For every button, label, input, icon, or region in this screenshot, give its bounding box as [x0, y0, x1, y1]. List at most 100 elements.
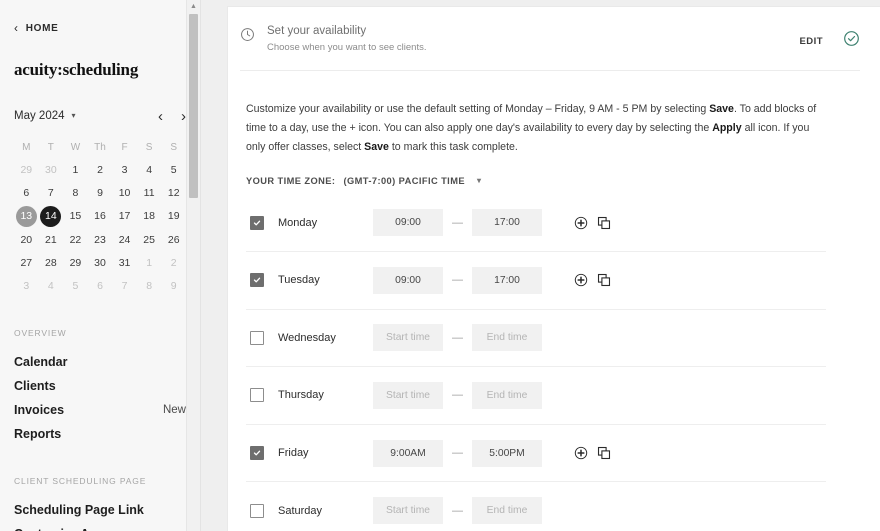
- calendar-day-cell[interactable]: 4: [137, 158, 162, 181]
- start-time-input[interactable]: 09:00: [373, 266, 443, 294]
- calendar-day-cell[interactable]: 28: [39, 251, 64, 274]
- end-time-input[interactable]: 5:00PM: [472, 439, 542, 467]
- calendar-day-number: 27: [20, 256, 33, 269]
- end-time-input[interactable]: End time: [472, 324, 542, 352]
- calendar-day-cell[interactable]: 18: [137, 205, 162, 228]
- plus-circle-icon[interactable]: [574, 216, 588, 230]
- calendar-day-cell[interactable]: 3: [14, 274, 39, 297]
- calendar-day-cell[interactable]: 2: [88, 158, 113, 181]
- calendar-day-cell[interactable]: 3: [112, 158, 137, 181]
- edit-button[interactable]: EDIT: [799, 36, 823, 47]
- calendar-day-number: 28: [45, 256, 57, 269]
- calendar-day-cell[interactable]: 15: [63, 205, 88, 228]
- sidebar-item-scheduling-page-link[interactable]: Scheduling Page Link: [14, 498, 186, 522]
- calendar-day-cell[interactable]: 31: [112, 251, 137, 274]
- calendar-day-cell[interactable]: 8: [137, 274, 162, 297]
- copy-icon[interactable]: [597, 273, 611, 287]
- sidebar-item-reports[interactable]: Reports: [14, 422, 186, 446]
- calendar-day-number: 8: [146, 280, 153, 293]
- calendar-day-cell[interactable]: 20: [14, 228, 39, 251]
- calendar-day-number: 30: [94, 256, 106, 269]
- calendar-day-cell[interactable]: 11: [137, 181, 162, 204]
- calendar-day-cell[interactable]: 17: [112, 205, 137, 228]
- calendar-day-number: 24: [118, 233, 131, 246]
- calendar-day-cell[interactable]: 21: [39, 228, 64, 251]
- day-checkbox-monday[interactable]: [250, 215, 264, 230]
- calendar-day-cell[interactable]: 1: [137, 251, 162, 274]
- sidebar-item-invoices[interactable]: Invoices New: [14, 398, 186, 422]
- calendar-day-cell[interactable]: 16: [88, 205, 113, 228]
- start-time-input[interactable]: 09:00: [373, 209, 443, 237]
- calendar-day-number: 5: [170, 163, 177, 176]
- sidebar-section-title: CLIENT SCHEDULING PAGE: [14, 475, 147, 486]
- calendar-day-cell[interactable]: 8: [63, 181, 88, 204]
- scrollbar-thumb[interactable]: [189, 14, 198, 198]
- calendar-prev-button[interactable]: ‹: [158, 109, 163, 124]
- calendar-day-number: 19: [167, 210, 180, 223]
- calendar-day-cell[interactable]: 26: [161, 228, 186, 251]
- day-checkbox-tuesday[interactable]: [250, 273, 264, 288]
- plus-circle-icon[interactable]: [574, 273, 588, 287]
- day-checkbox-friday[interactable]: [250, 446, 264, 460]
- calendar-day-cell[interactable]: 25: [137, 228, 162, 251]
- calendar-day-number: 1: [146, 256, 153, 269]
- start-time-input[interactable]: 9:00AM: [373, 439, 443, 467]
- chevron-down-icon[interactable]: ▾: [72, 112, 76, 120]
- day-label: Monday: [278, 216, 318, 229]
- end-time-input[interactable]: End time: [472, 497, 542, 525]
- calendar-day-cell[interactable]: 9: [88, 181, 113, 204]
- sidebar-item-calendar[interactable]: Calendar: [14, 350, 186, 374]
- calendar-day-cell[interactable]: 6: [88, 274, 113, 297]
- calendar-day-cell[interactable]: 2: [161, 251, 186, 274]
- calendar-day-cell[interactable]: 7: [39, 181, 64, 204]
- sidebar-item-customize-appearance[interactable]: Customize Appearance: [14, 522, 186, 531]
- start-time-input[interactable]: Start time: [373, 381, 443, 409]
- end-time-input[interactable]: 17:00: [472, 266, 542, 294]
- calendar-day-cell[interactable]: 5: [161, 158, 186, 181]
- start-time-input[interactable]: Start time: [373, 497, 443, 525]
- day-checkbox-wednesday[interactable]: [250, 330, 264, 345]
- calendar-day-cell[interactable]: 30: [39, 158, 64, 181]
- sidebar-item-clients[interactable]: Clients: [14, 374, 186, 398]
- calendar-day-cell[interactable]: 10: [112, 181, 137, 204]
- calendar-day-cell[interactable]: 29: [63, 251, 88, 274]
- sidebar-scrollbar[interactable]: ▲: [186, 0, 200, 531]
- intro-save-bold-2: Save: [364, 141, 389, 154]
- chevron-down-icon[interactable]: ▾: [477, 177, 481, 185]
- copy-icon[interactable]: [597, 216, 611, 230]
- calendar-day-cell[interactable]: 29: [14, 158, 39, 181]
- calendar-day-cell[interactable]: 24: [112, 228, 137, 251]
- calendar-month-label[interactable]: May 2024: [14, 110, 65, 122]
- day-checkbox-saturday[interactable]: [250, 503, 264, 518]
- copy-icon[interactable]: [597, 446, 611, 460]
- timezone-selector[interactable]: YOUR TIME ZONE: (GMT-7:00) PACIFIC TIME …: [246, 176, 860, 186]
- home-back-link[interactable]: ‹ HOME: [14, 0, 186, 34]
- calendar-day-cell[interactable]: 27: [14, 251, 39, 274]
- calendar-day-cell[interactable]: 7: [112, 274, 137, 297]
- calendar-day-number: 17: [118, 210, 131, 223]
- start-time-input[interactable]: Start time: [373, 324, 443, 352]
- calendar-day-cell[interactable]: 5: [63, 274, 88, 297]
- calendar-day-cell[interactable]: 14: [39, 205, 64, 228]
- check-circle-icon[interactable]: [843, 30, 860, 52]
- end-time-input[interactable]: End time: [472, 381, 542, 409]
- time-range-dash: —: [452, 216, 463, 229]
- calendar-day-cell[interactable]: 12: [161, 181, 186, 204]
- scroll-up-arrow-icon[interactable]: ▲: [187, 0, 200, 13]
- calendar-day-number: 21: [45, 233, 57, 246]
- calendar-day-cell[interactable]: 13: [14, 205, 39, 228]
- day-checkbox-thursday[interactable]: [250, 388, 264, 403]
- calendar-day-cell[interactable]: 19: [161, 205, 186, 228]
- calendar-day-number: 7: [121, 280, 128, 293]
- calendar-nav-group: ‹ ›: [158, 109, 186, 124]
- plus-circle-icon[interactable]: [574, 446, 588, 460]
- calendar-day-cell[interactable]: 30: [88, 251, 113, 274]
- calendar-day-cell[interactable]: 9: [161, 274, 186, 297]
- day-label: Tuesday: [278, 274, 320, 287]
- calendar-day-cell[interactable]: 4: [39, 274, 64, 297]
- end-time-input[interactable]: 17:00: [472, 209, 542, 237]
- calendar-day-cell[interactable]: 23: [88, 228, 113, 251]
- calendar-day-cell[interactable]: 22: [63, 228, 88, 251]
- calendar-day-cell[interactable]: 6: [14, 181, 39, 204]
- calendar-day-cell[interactable]: 1: [63, 158, 88, 181]
